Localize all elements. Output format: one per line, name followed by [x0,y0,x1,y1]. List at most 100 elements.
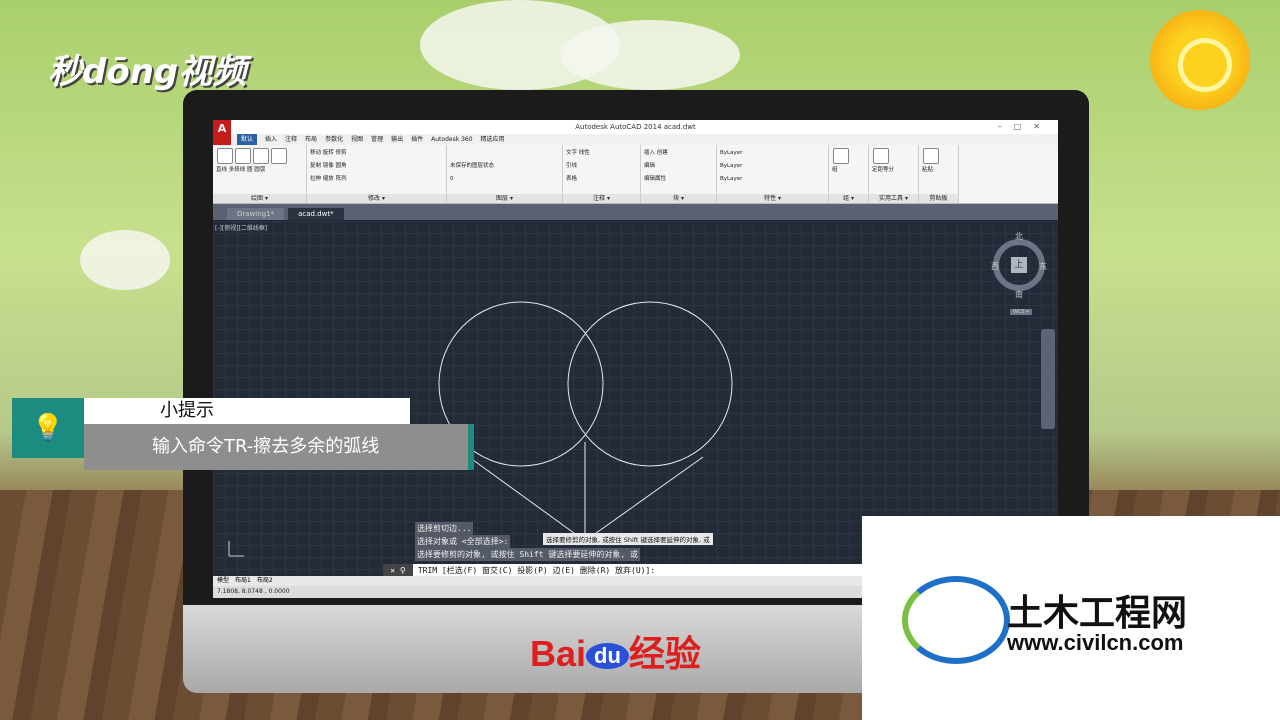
group-title[interactable]: 实用工具 ▾ [869,194,918,203]
window-title: Autodesk AutoCAD 2014 acad.dwt [575,123,696,131]
group-title[interactable]: 组 ▾ [829,194,868,203]
stretch-button[interactable]: 拉伸 [310,176,321,182]
group-title[interactable]: 修改 ▾ [307,194,446,203]
group-button: 组 [832,167,838,173]
tab-view[interactable]: 视图 [351,134,363,145]
ribbon-tabs: 默认 插入 注释 布局 参数化 视图 管理 输出 插件 Autodesk 360… [213,134,1058,145]
tab-autodesk360[interactable]: Autodesk 360 [431,134,472,145]
edit-attributes-button[interactable]: 编辑属性 [644,176,666,182]
draw-line-label: 直线 [216,167,228,173]
history-line: 选择对象或 <全部选择>: [415,535,511,548]
group-title: 剪贴板 [919,194,958,203]
compass-south[interactable]: 南 [1015,289,1023,300]
tab-annotate[interactable]: 注释 [285,134,297,145]
edit-block-button[interactable]: 编辑 [644,163,655,169]
draw-circle-label: 圆 [247,167,253,173]
paste-button: 粘贴 [922,167,934,173]
group-title[interactable]: 特性 ▾ [717,194,828,203]
civilcn-emblem-icon [902,576,1010,664]
ribbon-group-groups: 组 组 ▾ [829,145,869,203]
baidu-jingyan: 经验 [628,633,701,674]
ribbon-group-utilities: 定距等分 实用工具 ▾ [869,145,919,203]
color-select[interactable]: ByLayer [720,150,742,156]
group-icon[interactable] [833,148,849,164]
ribbon: 直线 多段线 圆 圆弧 绘图 ▾ 移动 旋转 修剪 复制 镜像 圆角 拉伸 缩放… [213,145,1058,204]
linear-button[interactable]: 线性 [579,150,590,156]
compass-north[interactable]: 北 [1015,231,1023,242]
miaodong-logo: 秒dōng视频 [48,52,247,92]
compass-east[interactable]: 东 [1039,261,1047,272]
fillet-button[interactable]: 圆角 [336,163,347,169]
compass-west[interactable]: 西 [991,261,999,272]
tip-heading: 小提示 [84,398,410,424]
array-button[interactable]: 阵列 [336,176,347,182]
tab-parametric[interactable]: 参数化 [325,134,343,145]
ribbon-group-draw: 直线 多段线 圆 圆弧 绘图 ▾ [213,145,307,203]
lineweight-select[interactable]: ByLayer [720,176,742,182]
group-title[interactable]: 注释 ▾ [563,194,640,203]
tab-plugins[interactable]: 插件 [411,134,423,145]
window-controls[interactable]: –□✕ [998,120,1052,134]
wcs-menu[interactable]: WCS ▾ [1010,309,1032,315]
rotate-button[interactable]: 旋转 [323,150,334,156]
tab-layout[interactable]: 布局 [305,134,317,145]
cursor-tooltip: 选择要修剪的对象, 或按住 Shift 键选择要延伸的对象, 或 [543,533,713,545]
tab-featured[interactable]: 精选应用 [481,134,505,145]
leader-button[interactable]: 引线 [566,163,577,169]
command-input[interactable]: TRIM [栏选(F) 窗交(C) 投影(P) 边(E) 删除(R) 放弃(U)… [418,566,655,575]
mirror-button[interactable]: 镜像 [323,163,334,169]
civilcn-url: www.civilcn.com [1007,630,1184,655]
viewcube-top[interactable]: 上 [1011,257,1027,273]
viewcube[interactable]: 上 [993,239,1045,291]
tip-body: 输入命令TR-擦去多余的弧线 [84,424,474,470]
baidu-bai: Bai [530,633,587,674]
doc-tab-drawing1[interactable]: Drawing1* [227,208,285,220]
insert-button[interactable]: 插入 [644,150,655,156]
doc-tab-acad[interactable]: acad.dwt* [288,208,344,220]
history-line: 选择剪切边... [415,522,474,535]
ribbon-group-block: 插入 创建 编辑 编辑属性 块 ▾ [641,145,717,203]
title-bar: A Autodesk AutoCAD 2014 acad.dwt –□✕ [213,120,1058,146]
ribbon-group-modify: 移动 旋转 修剪 复制 镜像 圆角 拉伸 缩放 阵列 修改 ▾ [307,145,447,203]
text-button[interactable]: 文字 [566,150,577,156]
move-button[interactable]: 移动 [310,150,321,156]
draw-arc-label: 圆弧 [254,167,266,173]
paste-icon[interactable] [923,148,939,164]
table-button[interactable]: 表格 [566,176,577,182]
copy-button[interactable]: 复制 [310,163,321,169]
group-title[interactable]: 图层 ▾ [447,194,562,203]
arc-icon[interactable] [271,148,287,164]
tab-output[interactable]: 输出 [391,134,403,145]
layer-state-select[interactable]: 未保存的图层状态 [450,163,494,169]
polyline-icon[interactable] [235,148,251,164]
circle-icon[interactable] [253,148,269,164]
sun-icon [1150,10,1250,110]
tab-manage[interactable]: 管理 [371,134,383,145]
tab-model[interactable]: 模型 [217,576,229,586]
autocad-logo-icon[interactable]: A [213,120,231,146]
right-circle [567,301,733,467]
measure-icon[interactable] [873,148,889,164]
navigation-bar[interactable] [1041,329,1055,429]
tab-insert[interactable]: 插入 [265,134,277,145]
cloud [560,20,740,90]
tab-layout2[interactable]: 布局2 [257,576,273,586]
tab-layout1[interactable]: 布局1 [235,576,251,586]
lightbulb-icon: 💡 [12,398,84,458]
tab-default[interactable]: 默认 [237,134,258,145]
group-title[interactable]: 绘图 ▾ [213,194,306,203]
civilcn-name: 土木工程网 [1007,593,1188,634]
coordinate-readout: 7.1808, 8.0748 , 0.0000 [217,588,290,595]
ribbon-group-clipboard: 粘贴 剪贴板 [919,145,959,203]
baidu-du: du [586,643,629,670]
linetype-select[interactable]: ByLayer [720,163,742,169]
scale-button[interactable]: 缩放 [323,176,334,182]
line-icon[interactable] [217,148,233,164]
group-title[interactable]: 块 ▾ [641,194,716,203]
ribbon-group-annotation: 文字 线性 引线 表格 注释 ▾ [563,145,641,203]
trim-button[interactable]: 修剪 [336,150,347,156]
current-layer-select[interactable]: 0 [450,176,454,182]
history-line: 选择要修剪的对象, 或按住 Shift 键选择要延伸的对象, 或 [415,548,640,561]
create-block-button[interactable]: 创建 [657,150,668,156]
ribbon-group-layers: 未保存的图层状态 0 图层 ▾ [447,145,563,203]
